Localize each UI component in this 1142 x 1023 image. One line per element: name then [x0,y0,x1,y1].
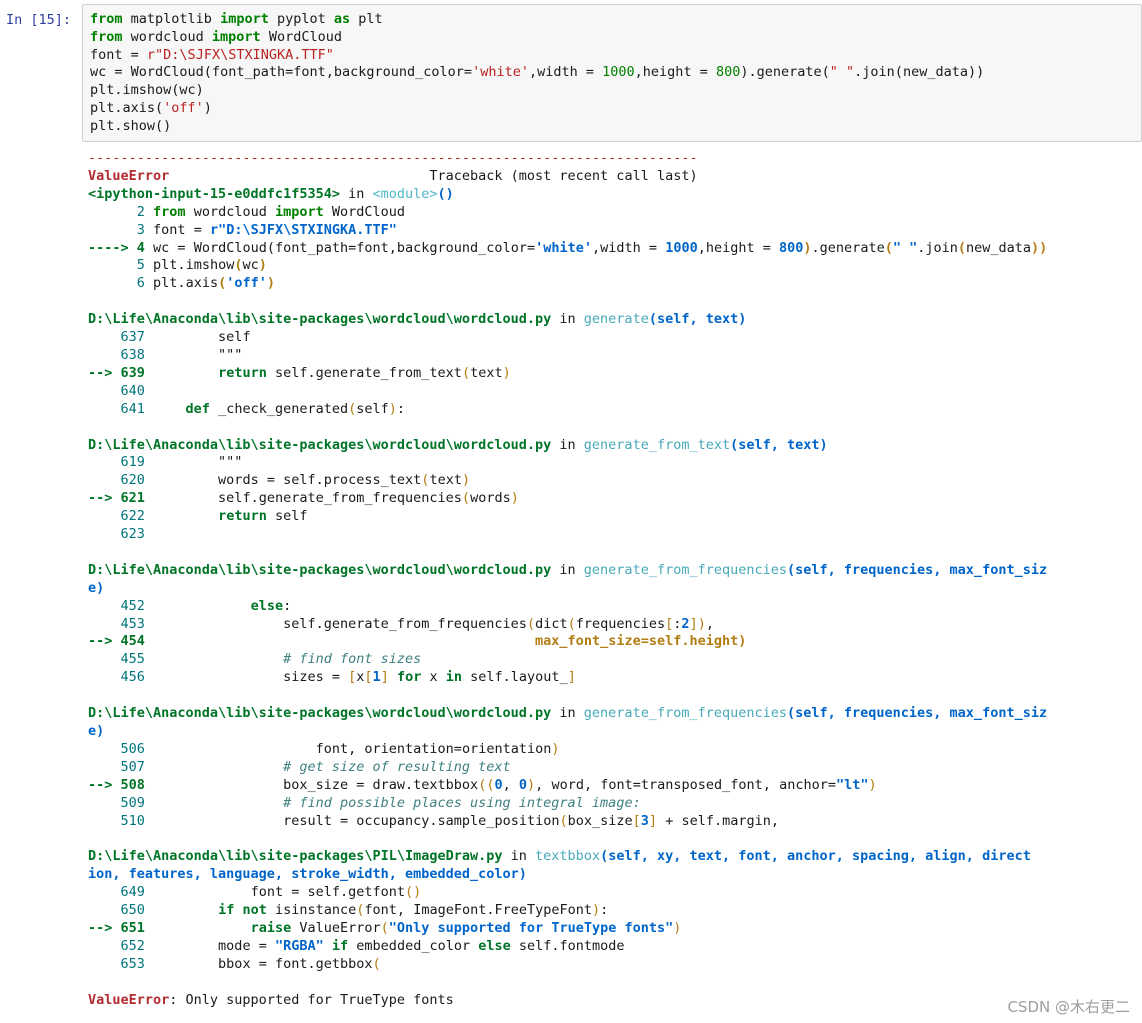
final-error-message: : Only supported for TrueType fonts [169,991,454,1008]
csdn-watermark: CSDN @木右更二 [1007,998,1130,1016]
error-name: ValueError [88,167,170,184]
code-input[interactable]: from matplotlib import pyplot as plt fro… [90,11,984,136]
code-input-area[interactable]: from matplotlib import pyplot as plt fro… [82,4,1142,142]
cell-prompt: In [15]: [6,12,72,28]
traceback-separator: ----------------------------------------… [88,150,698,166]
final-error-name: ValueError [88,991,170,1008]
traceback-header: Traceback (most recent call last) [429,167,698,184]
traceback-output: ----------------------------------------… [88,150,1048,1008]
